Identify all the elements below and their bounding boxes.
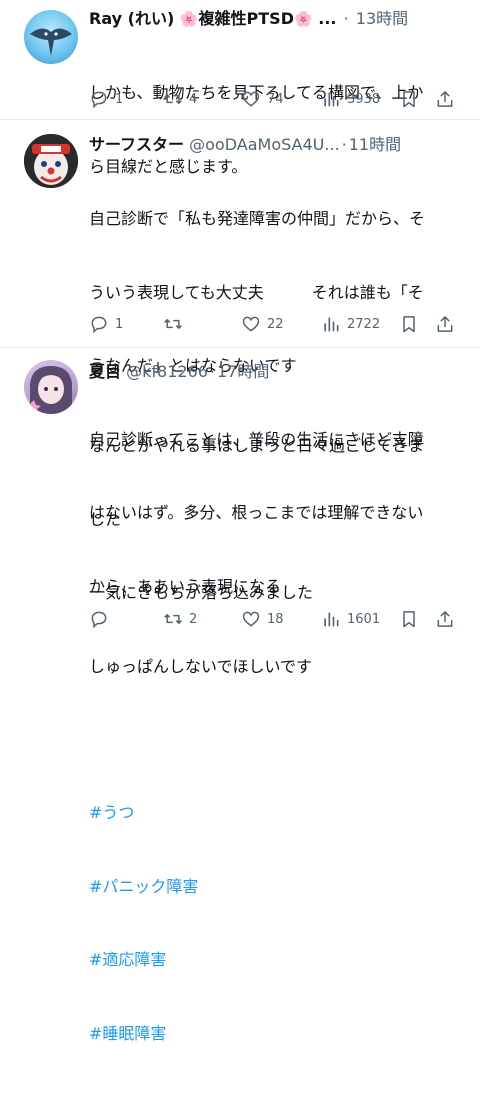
separator-dot: ·	[343, 9, 349, 28]
flower-emoji-icon: 🌸	[179, 10, 199, 28]
separator-dot: ·	[341, 135, 347, 154]
heart-icon	[242, 316, 260, 332]
text-line: ういう表現しても大丈夫 それは誰も「そ	[89, 282, 424, 302]
share-icon	[437, 91, 453, 107]
like-button[interactable]: 74	[241, 88, 284, 110]
post-3[interactable]: 夏目 @kf81266 · 17時間 なんとかやれる事はしようと日々過ごしてきま し…	[0, 348, 480, 1043]
like-count: 22	[267, 316, 284, 332]
display-name[interactable]: Ray (れい) 🌸複雑性PTSD🌸 ...	[89, 9, 336, 28]
post-1[interactable]: Ray (れい) 🌸複雑性PTSD🌸 ... · 13時間 しかも、動物たちを見…	[0, 0, 480, 176]
views-bar-chart-icon	[324, 92, 339, 107]
user-handle[interactable]: @kf81266	[126, 362, 208, 381]
reply-button[interactable]: 1	[89, 313, 123, 335]
reply-count: 1	[115, 91, 124, 107]
repost-button[interactable]: 2	[163, 608, 197, 630]
like-button[interactable]: 22	[241, 313, 284, 335]
clown-avatar[interactable]	[24, 134, 78, 188]
text-line: しゅっぱんしないでほしいです	[89, 656, 313, 676]
user-handle[interactable]: @ooDAaMoSA4U...	[189, 135, 340, 154]
text-line: した	[89, 509, 122, 529]
post-time[interactable]: 11時間	[349, 135, 401, 154]
anime-girl-avatar[interactable]	[24, 360, 78, 414]
action-bar: 1 22 2722	[89, 313, 454, 335]
views-bar-chart-icon	[324, 612, 339, 627]
post-header: 夏目 @kf81266 · 17時間	[89, 360, 470, 384]
views-bar-chart-icon	[324, 317, 339, 332]
views-count: 2722	[347, 316, 381, 332]
anime-girl-icon	[30, 366, 72, 414]
repost-button[interactable]: 4	[163, 88, 197, 110]
reply-icon	[91, 611, 107, 629]
manta-ray-icon	[30, 28, 72, 56]
post-header: Ray (れい) 🌸複雑性PTSD🌸 ... · 13時間	[89, 7, 470, 31]
like-button[interactable]: 18	[241, 608, 284, 630]
display-name[interactable]: 夏目	[89, 362, 121, 381]
bookmark-button[interactable]	[399, 88, 419, 110]
repost-count: 2	[189, 611, 198, 627]
repost-icon	[164, 319, 182, 329]
post-header: サーフスター @ooDAaMoSA4U... · 11時間	[89, 133, 470, 157]
views-count: 1601	[347, 611, 381, 627]
post-time[interactable]: 17時間	[217, 362, 269, 381]
action-bar: 1 4 74 3938	[89, 88, 454, 110]
views-button[interactable]: 3938	[321, 88, 380, 110]
bookmark-icon	[403, 316, 415, 333]
repost-icon	[164, 94, 182, 104]
hashtag-link[interactable]: #睡眠障害	[89, 1022, 458, 1047]
post-time[interactable]: 13時間	[356, 9, 408, 28]
reply-button[interactable]	[89, 608, 115, 630]
bookmark-button[interactable]	[399, 313, 419, 335]
heart-icon	[242, 611, 260, 627]
bookmark-icon	[403, 611, 415, 628]
bookmark-icon	[403, 91, 415, 108]
text-line: 一気にきもちが落ち込みました	[89, 583, 314, 602]
clown-face-icon	[24, 134, 78, 188]
share-button[interactable]	[435, 313, 455, 335]
reply-button[interactable]: 1	[89, 88, 123, 110]
text-line: なんとかやれる事はしようと日々過ごしてきま	[89, 436, 425, 455]
action-bar: 2 18 1601	[89, 608, 454, 630]
share-button[interactable]	[435, 88, 455, 110]
display-name[interactable]: サーフスター	[89, 135, 184, 154]
hashtag-link[interactable]: #適応障害	[89, 948, 458, 973]
share-icon	[437, 316, 453, 332]
repost-icon	[164, 614, 182, 624]
heart-icon	[242, 91, 260, 107]
like-count: 74	[267, 91, 284, 107]
reply-icon	[91, 91, 107, 109]
like-count: 18	[267, 611, 284, 627]
flower-emoji-icon: 🌸	[293, 10, 313, 28]
views-button[interactable]: 1601	[321, 608, 380, 630]
reply-count: 1	[115, 316, 124, 332]
post-text: なんとかやれる事はしようと日々過ごしてきま した 一気にきもちが落ち込みました …	[89, 385, 458, 1095]
hashtag-link[interactable]: #パニック障害	[89, 875, 458, 900]
reply-icon	[91, 316, 107, 334]
separator-dot: ·	[209, 362, 215, 381]
views-button[interactable]: 2722	[321, 313, 380, 335]
share-button[interactable]	[435, 608, 455, 630]
hashtag-link[interactable]: #うつ	[89, 801, 458, 826]
text-line: 自己診断で「私も発達障害の仲間」だから、そ	[89, 209, 426, 228]
bookmark-button[interactable]	[399, 608, 419, 630]
share-icon	[437, 611, 453, 627]
repost-count: 4	[189, 91, 198, 107]
views-count: 3938	[347, 91, 381, 107]
post-2[interactable]: サーフスター @ooDAaMoSA4U... · 11時間 自己診断で「私も発達障害…	[0, 120, 480, 596]
repost-button[interactable]	[163, 313, 189, 335]
manta-ray-avatar[interactable]	[24, 10, 78, 64]
